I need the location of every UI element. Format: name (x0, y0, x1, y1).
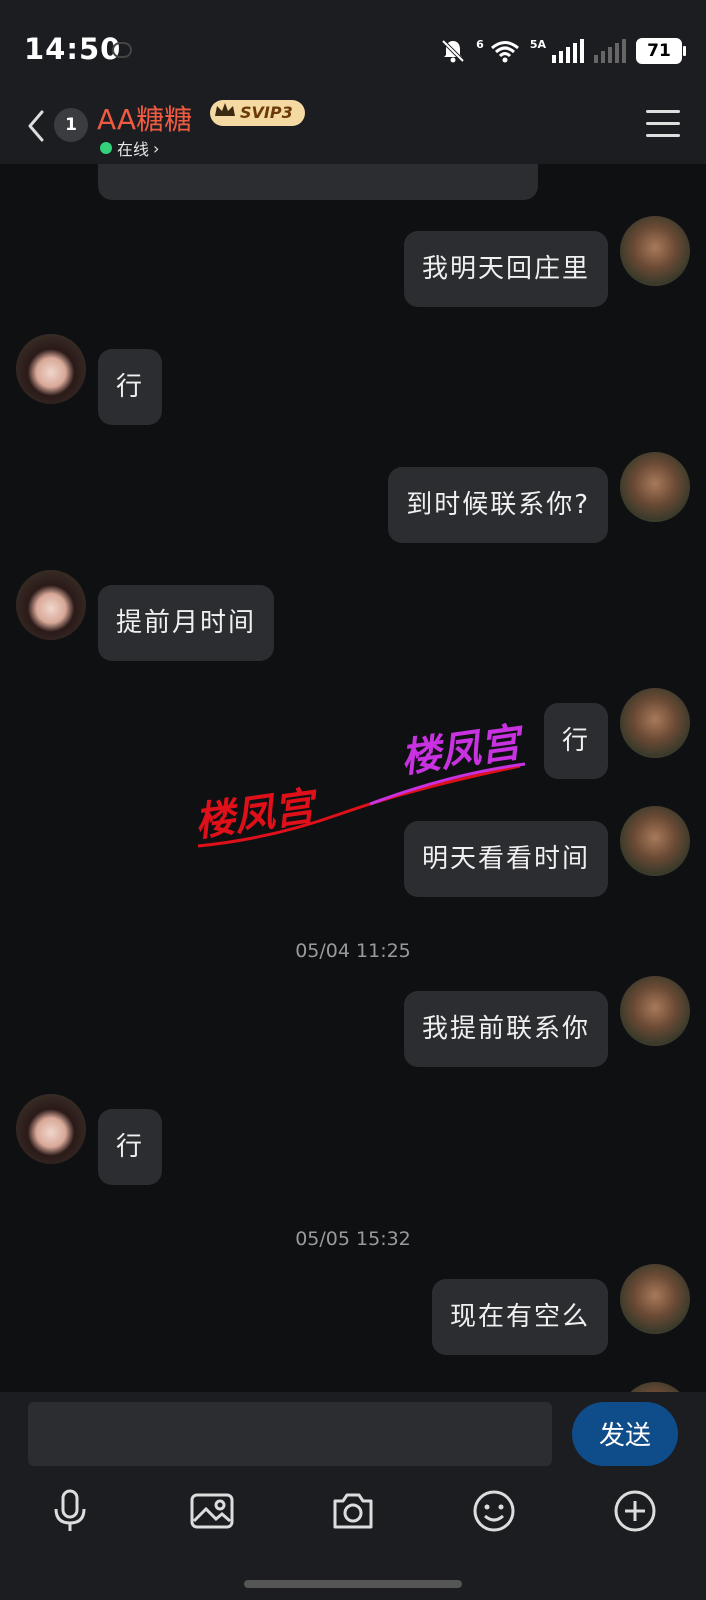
my-avatar[interactable] (620, 1264, 690, 1334)
menu-icon[interactable] (646, 110, 680, 140)
message-bubble[interactable]: 行 (98, 349, 163, 425)
network-label: 6 (476, 38, 484, 51)
wifi-icon (490, 41, 519, 63)
online-dot-icon (100, 142, 112, 154)
message-bubble[interactable]: 我明天回庄里 (403, 231, 608, 307)
add-icon[interactable] (611, 1487, 659, 1535)
camera-icon[interactable] (329, 1487, 377, 1535)
signal-icon-2 (594, 39, 626, 63)
message-bubble[interactable]: 我提前联系你 (403, 991, 608, 1067)
my-avatar[interactable] (620, 806, 690, 876)
my-avatar[interactable] (620, 976, 690, 1046)
online-text: 在线 (117, 140, 150, 159)
chevron-right-icon: › (153, 138, 160, 158)
chat-header: 1 AA糖糖 SVIP3 在线 › (0, 88, 706, 164)
message-input[interactable] (28, 1402, 552, 1466)
contact-avatar[interactable] (16, 334, 86, 404)
contact-name[interactable]: AA糖糖 (97, 98, 192, 138)
my-avatar[interactable] (620, 688, 690, 758)
message-bubble[interactable]: 到时候联系你? (388, 467, 608, 543)
signal-icon (552, 39, 584, 63)
home-indicator (244, 1580, 462, 1588)
message-bubble[interactable]: 行 (98, 1109, 163, 1185)
unread-count-badge[interactable]: 1 (54, 108, 88, 142)
online-status[interactable]: 在线 › (100, 136, 159, 160)
message-bubble[interactable]: 行 (543, 703, 608, 779)
image-icon[interactable] (188, 1487, 236, 1535)
network-type: 5A (529, 38, 546, 51)
svip-label: SVIP3 (240, 103, 293, 122)
message-bubble-partial[interactable] (98, 164, 538, 200)
message-list[interactable]: 我明天回庄里 行 到时候联系你? 提前月时间 行 明天看看时间 05/04 11… (0, 164, 706, 1392)
message-bubble[interactable]: 现在有空么 (431, 1279, 608, 1355)
message-bubble[interactable]: 提前月时间 (98, 585, 275, 661)
contact-avatar[interactable] (16, 1094, 86, 1164)
input-bar: 发送 (0, 1392, 706, 1600)
crown-icon (215, 103, 235, 116)
my-avatar[interactable] (620, 452, 690, 522)
status-bar: 14:50 6 5A 71 (0, 0, 706, 88)
my-avatar-partial[interactable] (620, 1382, 690, 1392)
battery-icon: 71 (636, 38, 686, 64)
timestamp: 05/05 15:32 (295, 1228, 411, 1250)
my-avatar[interactable] (620, 216, 690, 286)
status-icons: 6 5A 71 (440, 38, 686, 64)
svip-badge: SVIP3 (210, 100, 305, 126)
status-time: 14:50 (24, 32, 122, 66)
microphone-icon[interactable] (46, 1487, 94, 1535)
send-button[interactable]: 发送 (572, 1402, 678, 1466)
cloud-icon (112, 42, 132, 58)
emoji-icon[interactable] (470, 1487, 518, 1535)
timestamp: 05/04 11:25 (295, 940, 411, 962)
contact-avatar[interactable] (16, 570, 86, 640)
bell-muted-icon (441, 39, 465, 63)
